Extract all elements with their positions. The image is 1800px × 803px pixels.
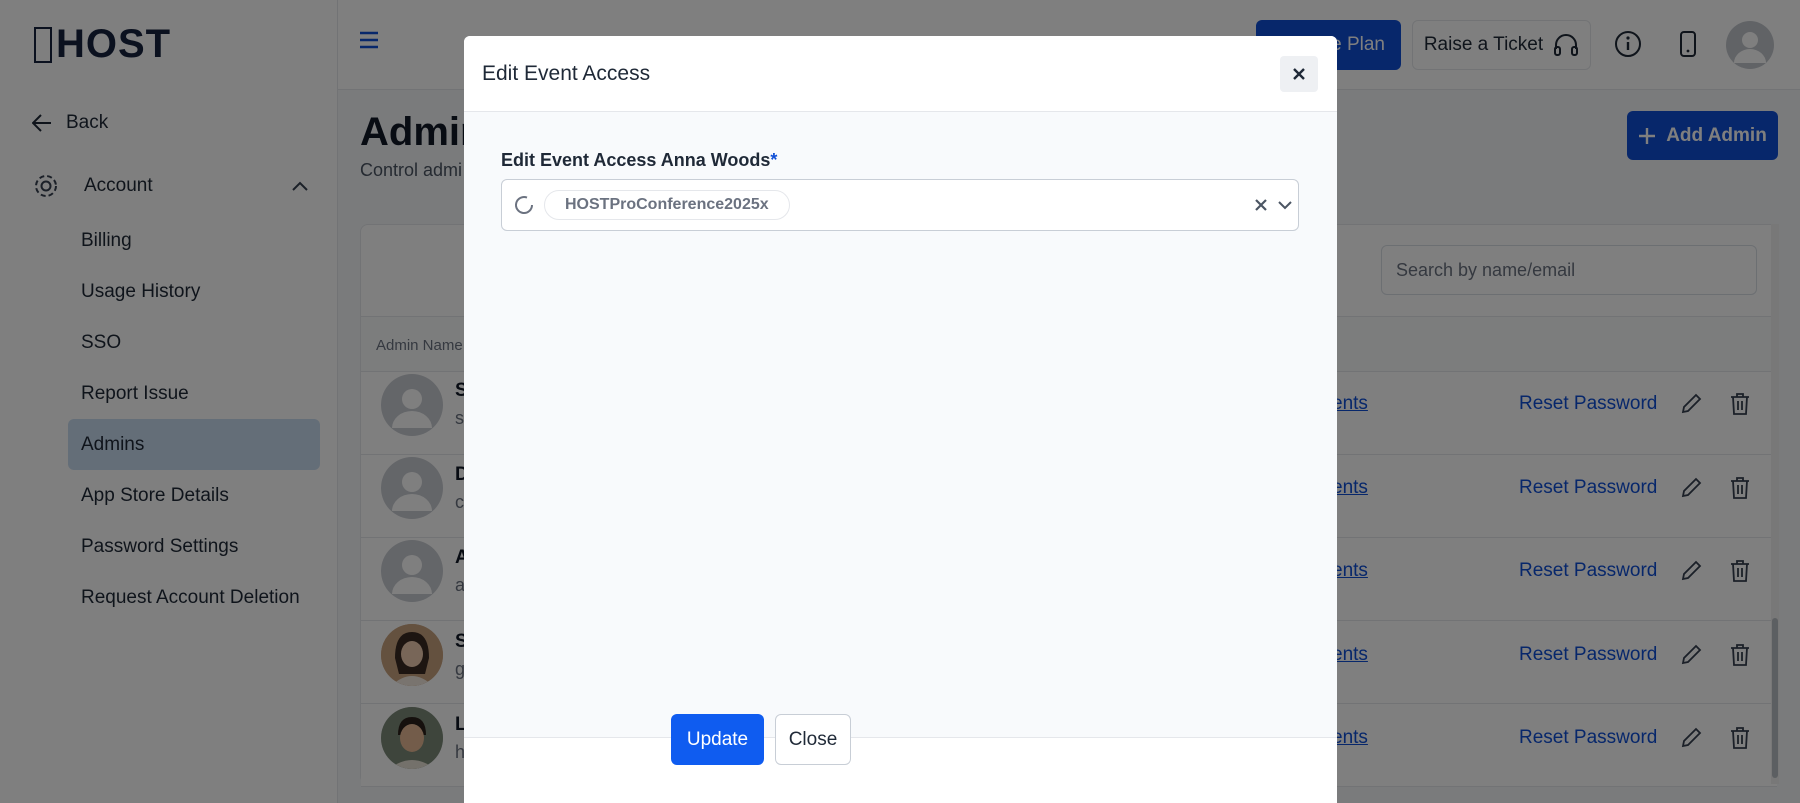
chevron-down-icon[interactable] bbox=[1278, 200, 1292, 210]
loading-spinner-icon bbox=[515, 196, 533, 214]
required-marker: * bbox=[770, 150, 778, 170]
close-icon bbox=[1293, 68, 1305, 80]
field-label-text: Edit Event Access Anna Woods bbox=[501, 150, 771, 170]
event-access-field-label: Edit Event Access Anna Woods* bbox=[501, 150, 777, 171]
close-button[interactable]: Close bbox=[775, 714, 851, 765]
modal-footer bbox=[464, 737, 1337, 803]
update-label: Update bbox=[686, 728, 749, 750]
modal-close-button[interactable] bbox=[1280, 56, 1318, 92]
modal-title: Edit Event Access bbox=[482, 62, 651, 85]
selected-event-label: HOSTProConference2025x bbox=[565, 196, 769, 213]
event-multiselect[interactable]: HOSTProConference2025x bbox=[501, 179, 1299, 231]
edit-event-access-modal: Edit Event Access Edit Event Access Anna… bbox=[464, 36, 1337, 803]
selected-event-chip[interactable]: HOSTProConference2025x bbox=[544, 190, 790, 220]
modal-header: Edit Event Access bbox=[464, 36, 1337, 112]
update-button[interactable]: Update bbox=[671, 714, 764, 765]
clear-icon[interactable] bbox=[1254, 198, 1268, 212]
close-label: Close bbox=[788, 728, 838, 750]
